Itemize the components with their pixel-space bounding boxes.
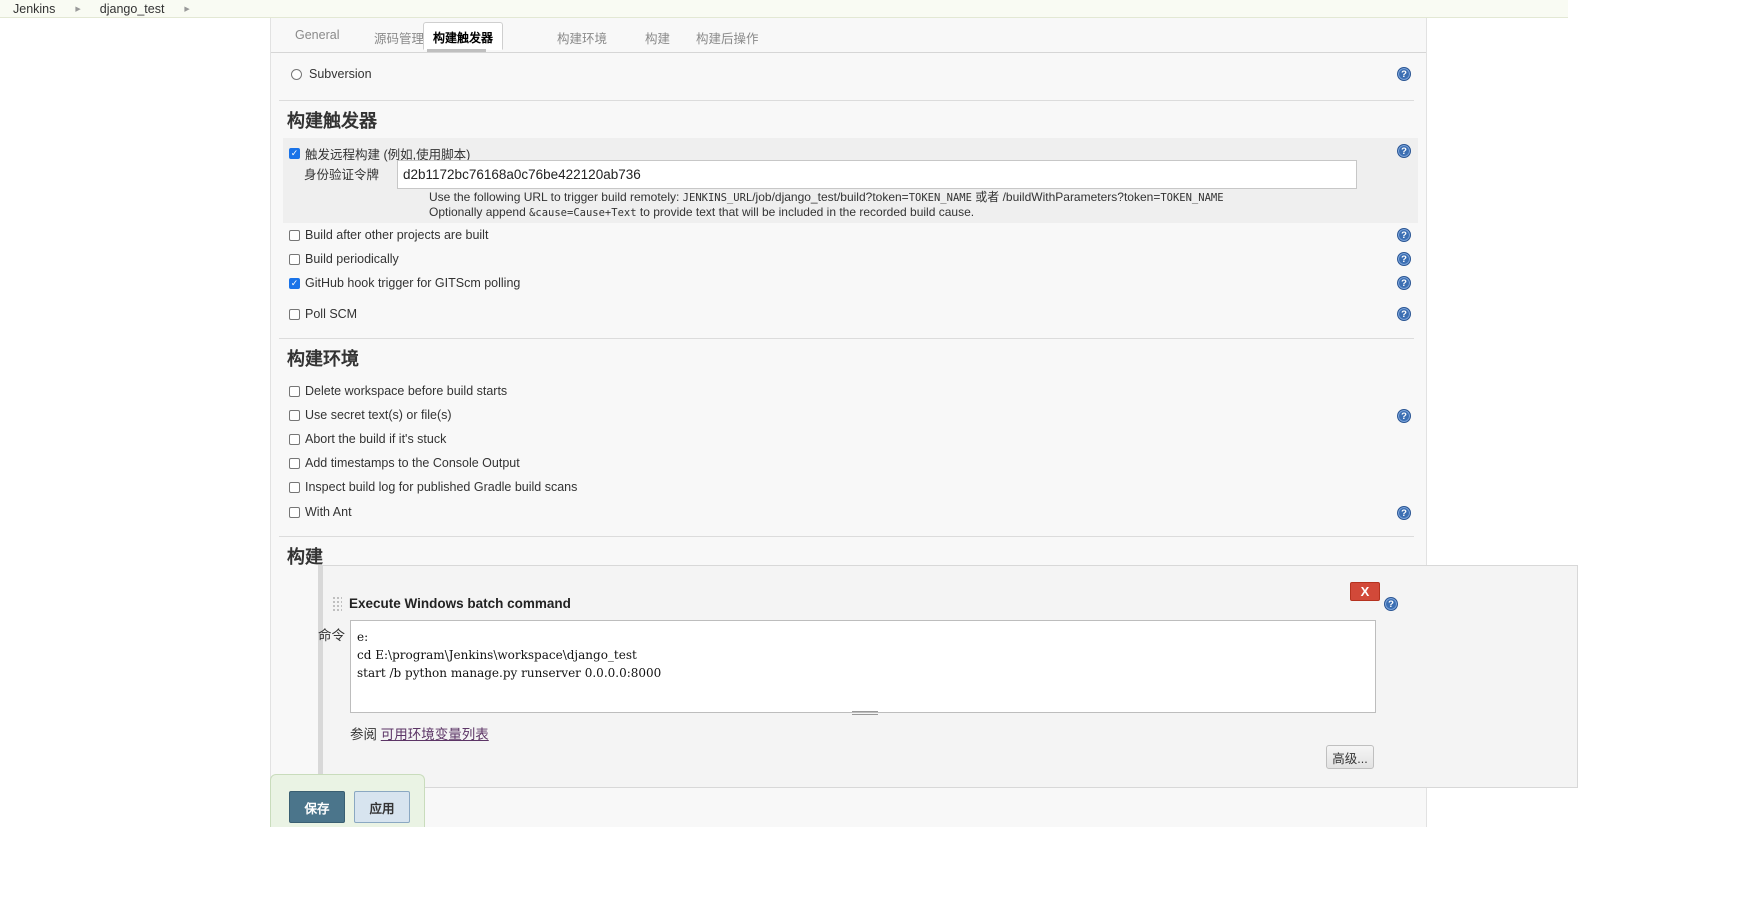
env-label: With Ant xyxy=(305,505,352,519)
env-option-delete-workspace[interactable]: Delete workspace before build starts xyxy=(289,384,507,398)
apply-button[interactable]: 应用 xyxy=(354,791,410,823)
config-tabbar: General 源码管理 构建触发器 构建环境 构建 构建后操作 xyxy=(271,18,1426,53)
auth-token-input[interactable] xyxy=(397,160,1357,189)
trigger-poll-scm-option[interactable]: Poll SCM xyxy=(289,307,357,321)
env-vars-link[interactable]: 可用环境变量列表 xyxy=(381,727,489,742)
env-checkbox[interactable] xyxy=(289,457,300,469)
help-icon[interactable]: ? xyxy=(1397,409,1411,423)
poll-scm-checkbox[interactable] xyxy=(289,308,300,320)
cause-hint: Optionally append &cause=Cause+Text to p… xyxy=(429,205,975,219)
breadcrumb: Jenkins ▶ django_test ▶ xyxy=(0,0,1568,18)
github-hook-checkbox[interactable]: ✓ xyxy=(289,277,300,289)
help-icon[interactable]: ? xyxy=(1397,252,1411,266)
advanced-button[interactable]: 高级... xyxy=(1326,745,1374,769)
github-hook-label: GitHub hook trigger for GITScm polling xyxy=(305,276,521,290)
env-checkbox[interactable] xyxy=(289,385,300,397)
build-step-bar xyxy=(318,565,323,787)
section-title-triggers: 构建触发器 xyxy=(287,111,377,131)
trigger-after-other-option[interactable]: Build after other projects are built xyxy=(289,228,488,242)
periodically-label: Build periodically xyxy=(305,252,399,266)
see-also-text: 参阅 可用环境变量列表 xyxy=(350,727,489,742)
tab-active-underline xyxy=(427,49,486,52)
trigger-github-option[interactable]: ✓ GitHub hook trigger for GITScm polling xyxy=(289,276,520,290)
help-icon[interactable]: ? xyxy=(1397,144,1411,158)
periodically-checkbox[interactable] xyxy=(289,253,300,265)
help-icon[interactable]: ? xyxy=(1384,597,1398,611)
env-checkbox[interactable] xyxy=(289,409,300,421)
env-label: Delete workspace before build starts xyxy=(305,384,508,398)
divider xyxy=(279,536,1414,537)
save-button[interactable]: 保存 xyxy=(289,791,345,823)
tab-build-triggers[interactable]: 构建触发器 xyxy=(423,22,504,50)
env-checkbox[interactable] xyxy=(289,433,300,445)
env-checkbox[interactable] xyxy=(289,506,300,518)
tab-scm[interactable]: 源码管理 xyxy=(374,28,424,47)
build-step-title: Execute Windows batch command xyxy=(349,596,571,611)
env-label: Use secret text(s) or file(s) xyxy=(305,408,452,422)
breadcrumb-jenkins[interactable]: Jenkins xyxy=(13,2,55,16)
help-icon[interactable]: ? xyxy=(1397,67,1411,81)
breadcrumb-arrow-icon[interactable]: ▶ xyxy=(184,5,189,13)
tab-build[interactable]: 构建 xyxy=(645,28,670,47)
build-step-header: Execute Windows batch command xyxy=(332,596,571,611)
env-option-secret-text[interactable]: Use secret text(s) or file(s) xyxy=(289,408,452,422)
env-label: Abort the build if it's stuck xyxy=(305,432,447,446)
token-label: 身份验证令牌 xyxy=(304,168,380,182)
help-icon[interactable]: ? xyxy=(1397,276,1411,290)
after-other-label: Build after other projects are built xyxy=(305,228,489,242)
breadcrumb-arrow-icon[interactable]: ▶ xyxy=(75,5,80,13)
scm-subversion-option[interactable]: Subversion xyxy=(291,67,372,81)
section-title-environment: 构建环境 xyxy=(287,349,359,369)
env-option-timestamps[interactable]: Add timestamps to the Console Output xyxy=(289,456,520,470)
breadcrumb-job[interactable]: django_test xyxy=(100,2,165,16)
tab-build-environment[interactable]: 构建环境 xyxy=(557,28,607,47)
trigger-remote-checkbox[interactable]: ✓ xyxy=(289,148,300,159)
env-label: Inspect build log for published Gradle b… xyxy=(305,480,578,494)
env-option-gradle-scans[interactable]: Inspect build log for published Gradle b… xyxy=(289,480,577,494)
command-label: 命令 xyxy=(318,628,345,643)
after-other-checkbox[interactable] xyxy=(289,229,300,241)
env-label: Add timestamps to the Console Output xyxy=(305,456,520,470)
poll-scm-label: Poll SCM xyxy=(305,307,358,321)
help-icon[interactable]: ? xyxy=(1397,228,1411,242)
tab-general[interactable]: General xyxy=(295,28,339,42)
env-option-with-ant[interactable]: With Ant xyxy=(289,505,352,519)
help-icon[interactable]: ? xyxy=(1397,307,1411,321)
env-checkbox[interactable] xyxy=(289,481,300,493)
divider xyxy=(279,338,1414,339)
delete-step-button[interactable]: X xyxy=(1350,582,1380,601)
subversion-radio[interactable] xyxy=(291,68,302,80)
trigger-periodically-option[interactable]: Build periodically xyxy=(289,252,399,266)
divider xyxy=(279,100,1414,101)
trigger-url-hint: Use the following URL to trigger build r… xyxy=(429,190,1224,204)
help-icon[interactable]: ? xyxy=(1397,506,1411,520)
subversion-label: Subversion xyxy=(309,67,372,81)
command-textarea[interactable]: e: cd E:\program\Jenkins\workspace\djang… xyxy=(350,620,1376,713)
drag-handle-icon[interactable] xyxy=(332,596,342,611)
textarea-resize-handle[interactable] xyxy=(852,711,878,715)
tab-post-build[interactable]: 构建后操作 xyxy=(696,28,759,47)
env-option-abort-stuck[interactable]: Abort the build if it's stuck xyxy=(289,432,446,446)
